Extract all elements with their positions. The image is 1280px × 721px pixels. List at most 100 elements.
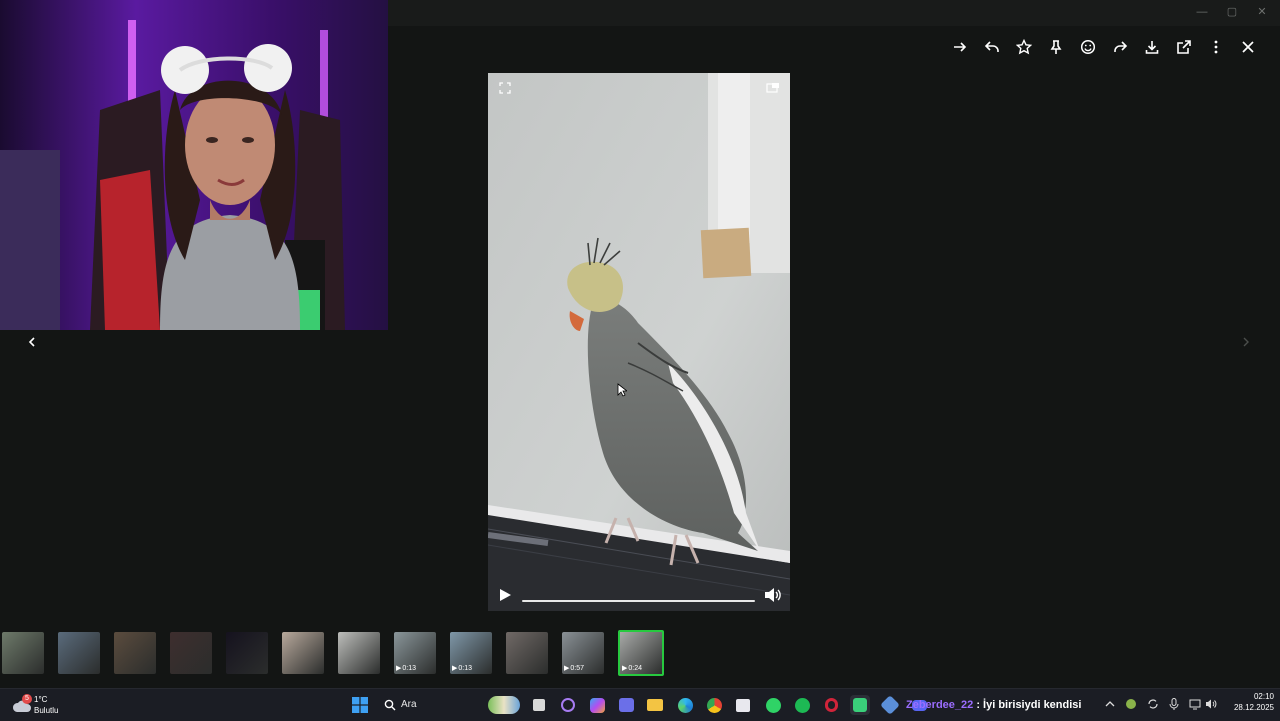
thumbnail-strip: ▶ 0:13 ▶ 0:13 ▶ 0:57 ▶ 0:24 (0, 628, 670, 676)
media-thumbnail[interactable] (58, 632, 100, 674)
chevron-up-icon (1105, 701, 1115, 707)
taskbar-app-spotify[interactable] (792, 695, 812, 715)
taskbar-app-teams[interactable] (616, 695, 636, 715)
video-duration-label: ▶ 0:13 (452, 664, 473, 673)
fullscreen-button[interactable] (496, 79, 514, 97)
clock-time: 02:10 (1253, 692, 1274, 701)
emoji-icon (1080, 39, 1096, 55)
media-thumbnail[interactable] (338, 632, 380, 674)
media-thumbnail[interactable]: ▶ 0:13 (394, 632, 436, 674)
pin-button[interactable] (1040, 34, 1072, 60)
taskbar-app-copilot[interactable] (587, 695, 607, 715)
window-close-button[interactable]: ✕ (1254, 4, 1270, 20)
app-circle-icon (561, 698, 575, 712)
download-button[interactable] (1136, 34, 1168, 60)
open-external-icon (1177, 40, 1191, 54)
picture-in-picture-button[interactable] (764, 79, 782, 97)
react-button[interactable] (1072, 34, 1104, 60)
media-thumbnail[interactable]: ▶ 0:57 (562, 632, 604, 674)
taskbar-app-edge[interactable] (675, 695, 695, 715)
taskbar-app-active[interactable] (850, 695, 870, 715)
chat-overlay: Zeberdee_22 : İyi birisiydi kendisi (906, 699, 1081, 711)
taskbar-app-whatsapp[interactable] (763, 695, 783, 715)
download-icon (1145, 41, 1159, 54)
webcam-overlay (0, 0, 388, 330)
taskbar-app-chrome[interactable] (704, 695, 724, 715)
video-camera-icon: ▶ (622, 665, 628, 672)
tray-app-1[interactable] (1124, 697, 1138, 711)
speaker-icon (1206, 699, 1217, 709)
media-thumbnail[interactable]: ▶ 0:24 (618, 630, 664, 676)
weather-temp: 1°C (34, 695, 48, 704)
tray-volume[interactable] (1204, 697, 1218, 711)
share-button[interactable] (1104, 34, 1136, 60)
video-progress-bar[interactable] (522, 600, 755, 602)
open-external-button[interactable] (1168, 34, 1200, 60)
whatsapp-icon (765, 697, 781, 713)
search-label: Ara (401, 699, 417, 710)
weather-condition: Bulutlu (34, 706, 59, 715)
opera-icon (824, 698, 838, 712)
copilot-icon (589, 697, 605, 713)
tray-app-icon (1126, 699, 1136, 709)
star-button[interactable] (1008, 34, 1040, 60)
previous-media-button[interactable] (22, 332, 42, 352)
sync-icon (1148, 699, 1158, 709)
share-icon (1114, 41, 1128, 52)
chevron-right-icon (1243, 337, 1249, 347)
taskbar-app-explorer[interactable] (645, 695, 665, 715)
viewer-toolbar (944, 34, 1264, 60)
media-thumbnail[interactable] (170, 632, 212, 674)
weather-widget[interactable]: 5 1°C Bulutlu (10, 694, 90, 718)
taskbar-app-settings[interactable] (880, 695, 900, 715)
taskbar-app-1[interactable] (558, 695, 578, 715)
close-icon (1242, 41, 1254, 53)
media-thumbnail[interactable] (2, 632, 44, 674)
start-button[interactable] (350, 695, 370, 715)
volume-button[interactable] (764, 587, 782, 603)
star-icon (1016, 39, 1032, 55)
tray-sync[interactable] (1146, 697, 1160, 711)
app-active-icon (853, 698, 867, 712)
video-frame-image (488, 73, 790, 611)
video-camera-icon: ▶ (452, 665, 458, 672)
next-media-button[interactable] (1236, 332, 1256, 352)
media-thumbnail[interactable] (506, 632, 548, 674)
tray-microphone[interactable] (1167, 697, 1181, 711)
taskbar-app-store[interactable] (733, 695, 753, 715)
forward-button[interactable] (944, 34, 976, 60)
clock[interactable]: 02:10 28.12.2025 (1222, 692, 1274, 712)
video-controls (488, 579, 790, 611)
video-player[interactable] (488, 73, 790, 611)
more-button[interactable] (1200, 34, 1232, 60)
more-icon (1214, 40, 1218, 54)
search-icon (384, 699, 396, 711)
minimize-button[interactable]: — (1194, 4, 1210, 20)
media-thumbnail[interactable] (226, 632, 268, 674)
media-thumbnail[interactable] (114, 632, 156, 674)
video-camera-icon: ▶ (564, 665, 570, 672)
pin-icon (1050, 40, 1062, 54)
close-viewer-button[interactable] (1232, 34, 1264, 60)
reply-button[interactable] (976, 34, 1008, 60)
spotify-icon (794, 697, 810, 713)
media-thumbnail[interactable]: ▶ 0:13 (450, 632, 492, 674)
clock-date: 28.12.2025 (1233, 703, 1274, 712)
chat-username: Zeberdee_22 (906, 699, 974, 711)
video-duration-text: 0:13 (458, 664, 473, 672)
tray-network[interactable] (1188, 697, 1202, 711)
taskbar-app-opera[interactable] (821, 695, 841, 715)
folder-icon (647, 699, 663, 711)
forward-icon (954, 42, 967, 52)
video-duration-text: 0:13 (402, 664, 417, 672)
tray-overflow-button[interactable] (1103, 697, 1117, 711)
task-view-button[interactable] (529, 695, 549, 715)
title-bar: — ▢ ✕ (388, 0, 1280, 26)
video-duration-label: ▶ 0:24 (622, 664, 642, 673)
weather-badge: 5 (22, 694, 32, 704)
chrome-icon (706, 697, 722, 713)
maximize-button[interactable]: ▢ (1224, 4, 1240, 20)
media-thumbnail[interactable] (282, 632, 324, 674)
search-box[interactable]: Ara (378, 694, 522, 716)
play-button[interactable] (498, 588, 512, 602)
